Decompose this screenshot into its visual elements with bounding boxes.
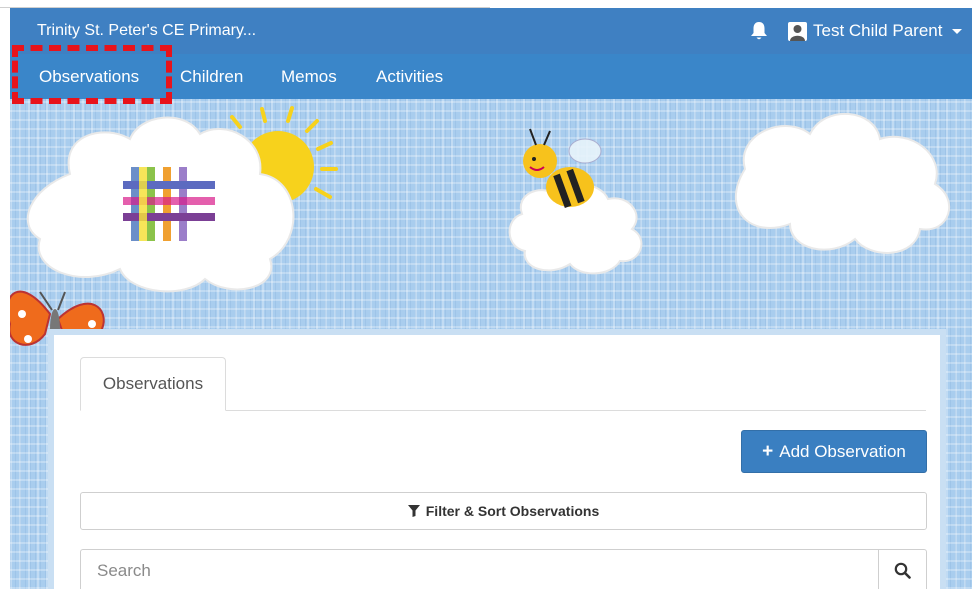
school-name[interactable]: Trinity St. Peter's CE Primary... — [37, 22, 256, 40]
filter-sort-label: Filter & Sort Observations — [425, 503, 600, 519]
user-avatar-icon — [788, 21, 807, 41]
app-window: Observations + Add Observation Filter & … — [10, 8, 972, 589]
bell-icon[interactable] — [750, 21, 768, 41]
search-icon — [894, 562, 911, 579]
cloud-right — [734, 112, 951, 254]
filter-icon — [407, 505, 420, 517]
tab-observations[interactable]: Observations — [80, 357, 226, 411]
user-menu[interactable]: Test Child Parent — [788, 20, 963, 42]
highlight-box — [12, 45, 172, 104]
nav-activities[interactable]: Activities — [376, 67, 443, 87]
nav-memos[interactable]: Memos — [281, 67, 337, 87]
search-bar — [80, 549, 927, 589]
chevron-down-icon — [952, 28, 963, 34]
add-observation-label: Add Observation — [779, 441, 906, 461]
add-observation-button[interactable]: + Add Observation — [741, 430, 927, 473]
nav-children[interactable]: Children — [180, 67, 243, 87]
decorative-background: Observations + Add Observation Filter & … — [10, 99, 972, 589]
search-button[interactable] — [878, 549, 927, 589]
observations-card: Observations + Add Observation Filter & … — [48, 329, 946, 589]
tab-observations-label: Observations — [102, 374, 204, 393]
filter-sort-button[interactable]: Filter & Sort Observations — [80, 492, 927, 530]
search-input[interactable] — [80, 549, 878, 589]
top-strip — [0, 0, 490, 8]
plus-icon: + — [762, 440, 774, 462]
user-name: Test Child Parent — [813, 21, 943, 40]
